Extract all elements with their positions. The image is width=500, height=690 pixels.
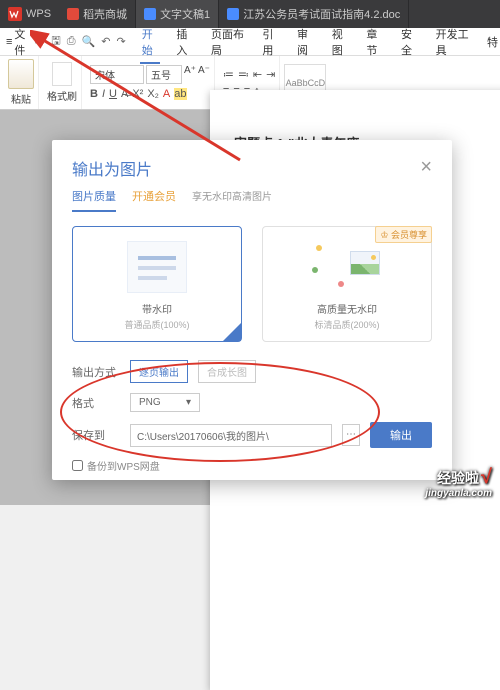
- bold-icon[interactable]: B: [90, 88, 98, 100]
- bullet-icon[interactable]: ≔: [223, 68, 234, 81]
- clipboard-group: 粘贴: [4, 56, 39, 109]
- chevron-down-icon: ▾: [186, 397, 191, 408]
- backup-checkbox[interactable]: [72, 460, 83, 471]
- number-icon[interactable]: ≕: [238, 68, 249, 81]
- strike-icon[interactable]: A̶: [121, 88, 128, 100]
- undo-icon[interactable]: ↶: [101, 35, 110, 48]
- mode-long-image[interactable]: 合成长图: [198, 360, 256, 383]
- card-no-watermark[interactable]: ♔ 会员尊享 高质量无水印 标清品质(200%): [262, 226, 432, 342]
- format-painter-group: 格式刷: [43, 56, 82, 109]
- quick-access-toolbar: 🖫 ⎙ 🔍 ↶ ↷: [45, 32, 131, 51]
- indent-left-icon[interactable]: ⇤: [253, 68, 262, 81]
- preview-icon[interactable]: 🔍: [82, 35, 96, 48]
- close-icon[interactable]: ×: [420, 156, 432, 179]
- format-select[interactable]: PNG▾: [130, 393, 200, 412]
- export-button[interactable]: 输出: [370, 422, 432, 448]
- save-icon[interactable]: 🖫: [51, 32, 60, 51]
- app-name: WPS: [26, 8, 51, 20]
- check-icon: √: [481, 466, 492, 488]
- tab-store[interactable]: 稻壳商城: [59, 0, 136, 28]
- grow-font-icon[interactable]: A⁺: [184, 65, 196, 84]
- app-logo: WPS: [0, 7, 59, 21]
- redo-icon[interactable]: ↷: [117, 35, 126, 48]
- ribbon-tabs: 开始 插入 页面布局 引用 审阅 视图 章节 安全 开发工具 特: [140, 26, 500, 58]
- watermark: 经验啦√ jingyanla.com: [425, 466, 492, 499]
- indent-right-icon[interactable]: ⇥: [266, 68, 275, 81]
- tab-review[interactable]: 审阅: [295, 26, 316, 58]
- export-form: 输出方式 逐页输出 合成长图 格式 PNG▾ 保存到 C:\Users\2017…: [52, 356, 452, 485]
- dialog-tabs: 图片质量 开通会员 享无水印高清图片: [52, 188, 452, 212]
- browse-button[interactable]: ⋯: [342, 424, 360, 446]
- tab-quality[interactable]: 图片质量: [72, 188, 116, 212]
- super-icon[interactable]: X²: [132, 88, 143, 100]
- tab-insert[interactable]: 插入: [174, 26, 195, 58]
- tab-view[interactable]: 视图: [330, 26, 351, 58]
- tab-dev[interactable]: 开发工具: [434, 26, 471, 58]
- font-group: 宋体 五号 A⁺ A⁻ B I U A̶ X² X₂ A ab: [86, 56, 215, 109]
- backup-label: 备份到WPS网盘: [87, 458, 160, 473]
- italic-icon[interactable]: I: [102, 88, 105, 100]
- tab-section[interactable]: 章节: [364, 26, 385, 58]
- tab-vip[interactable]: 开通会员: [132, 188, 176, 212]
- tab-ref[interactable]: 引用: [260, 26, 281, 58]
- sub-icon[interactable]: X₂: [147, 88, 159, 100]
- card-watermark[interactable]: 带水印 普通品质(100%): [72, 226, 242, 342]
- paste-icon[interactable]: [8, 59, 34, 89]
- shrink-font-icon[interactable]: A⁻: [198, 65, 210, 84]
- title-bar: WPS 稻壳商城 文字文稿1 江苏公务员考试面试指南4.2.doc: [0, 0, 500, 28]
- selected-check-icon: [223, 323, 241, 341]
- label-format: 格式: [72, 395, 120, 411]
- font-family-select[interactable]: 宋体: [90, 65, 144, 84]
- font-size-select[interactable]: 五号: [146, 65, 182, 84]
- highlight-icon[interactable]: ab: [174, 88, 186, 100]
- menu-bar: ≡ 文件 ˅ 🖫 ⎙ 🔍 ↶ ↷ 开始 插入 页面布局 引用 审阅 视图 章节 …: [0, 28, 500, 56]
- underline-icon[interactable]: U: [109, 88, 117, 100]
- dialog-title: 输出为图片: [72, 156, 152, 180]
- format-painter-icon[interactable]: [52, 62, 72, 86]
- save-path-input[interactable]: C:\Users\20170606\我的图片\: [130, 424, 332, 447]
- tab-doc1[interactable]: 文字文稿1: [136, 0, 219, 28]
- label-mode: 输出方式: [72, 364, 120, 380]
- font-color-icon[interactable]: A: [163, 88, 170, 100]
- tab-layout[interactable]: 页面布局: [209, 26, 246, 58]
- mode-per-page[interactable]: 逐页输出: [130, 360, 188, 383]
- tab-security[interactable]: 安全: [399, 26, 420, 58]
- vip-desc: 享无水印高清图片: [192, 188, 272, 212]
- label-saveto: 保存到: [72, 427, 120, 443]
- file-menu[interactable]: ≡ 文件 ˅: [0, 26, 45, 58]
- tab-extra[interactable]: 特: [485, 34, 500, 50]
- print-icon[interactable]: ⎙: [67, 35, 76, 48]
- tab-doc2[interactable]: 江苏公务员考试面试指南4.2.doc: [219, 0, 409, 28]
- export-image-dialog: 输出为图片 × 图片质量 开通会员 享无水印高清图片 带水印 普通品质(100%…: [52, 140, 452, 480]
